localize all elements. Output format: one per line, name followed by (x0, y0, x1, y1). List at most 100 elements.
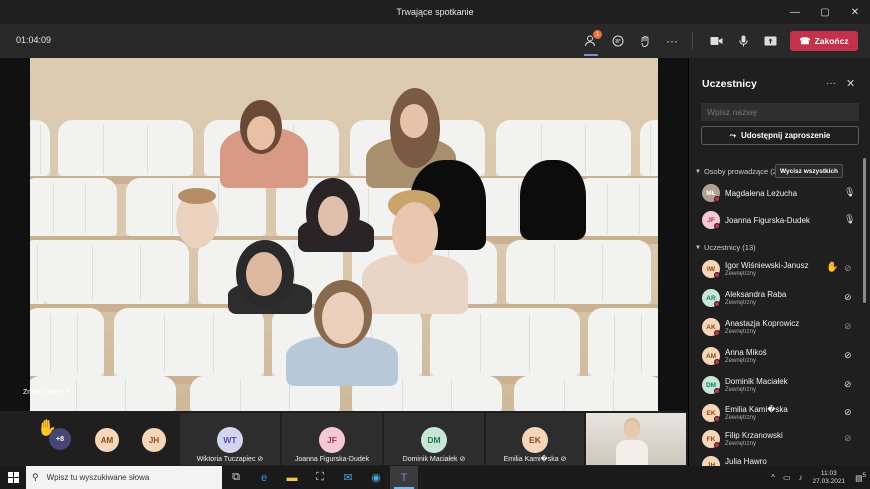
microphone-icon[interactable]: 🎙 (844, 187, 855, 198)
edge-icon[interactable]: e (250, 466, 278, 489)
participant-row[interactable]: MŁ Magdalena Leżucha 🎙 (702, 182, 860, 204)
share-invite-button[interactable]: ⤳ Udostępnij zaproszenie (701, 126, 859, 145)
avatar[interactable]: JH (142, 428, 166, 452)
seat (30, 120, 50, 180)
presenters-section-header[interactable]: ▼ Osoby prowadzące (2) (695, 167, 779, 176)
mic-muted-icon[interactable]: ⊘ (844, 379, 852, 390)
store-icon[interactable]: ⛶ (306, 466, 334, 489)
mic-muted-icon[interactable]: ⊘ (844, 433, 852, 444)
maximize-button[interactable]: ▢ (810, 0, 840, 24)
caret-down-icon: ▼ (695, 244, 701, 251)
participant-row[interactable]: AK Anastazja Koprowicz Zewnętrzny ⊘ (702, 316, 860, 338)
participant-row[interactable]: FK Filip Krzanowski Zewnętrzny ⊘ (702, 428, 860, 450)
chevron-up-icon[interactable]: ^ (771, 473, 775, 482)
caret-down-icon: ▼ (695, 168, 701, 175)
panel-scrollbar[interactable] (863, 158, 866, 303)
participant-name: Emilia Kami�ska (725, 405, 788, 414)
microphone-icon[interactable]: 🎙 (844, 214, 855, 225)
self-video-preview[interactable] (586, 413, 686, 465)
camera-icon (710, 37, 722, 45)
minimize-button[interactable]: — (780, 0, 810, 24)
avatar[interactable]: AM (95, 428, 119, 452)
participant-row[interactable]: JH Julia Hawro (702, 454, 860, 466)
participant-name: Magdalena Leżucha (725, 189, 798, 198)
participant-row[interactable]: AM Anna Mikoś Zewnętrzny ⊘ (702, 345, 860, 367)
more-actions-button[interactable]: ··· (660, 29, 684, 53)
avatar: JF (319, 427, 345, 453)
mic-muted-icon[interactable]: ⊘ (844, 407, 852, 418)
avatar: EK (522, 427, 548, 453)
taskbar-search[interactable]: ⚲ Wpisz tu wyszukiwane słowa (26, 466, 222, 489)
mic-muted-icon[interactable]: ⊘ (844, 321, 852, 332)
presence-dot (714, 442, 720, 448)
presence-dot (714, 388, 720, 394)
mic-muted-icon[interactable]: ⊘ (844, 292, 852, 303)
microphone-button[interactable] (731, 29, 755, 53)
panel-more-icon[interactable]: ··· (826, 78, 836, 89)
mute-all-button[interactable]: Wycisz wszystkich (775, 164, 843, 178)
teams-icon[interactable]: T (390, 466, 418, 489)
self-body (616, 440, 648, 465)
task-view-icon[interactable]: ⧉ (222, 466, 250, 489)
participant-search-input[interactable] (701, 103, 859, 121)
chat-icon (612, 35, 624, 47)
more-participants-button[interactable]: +8 (49, 428, 71, 450)
network-icon[interactable]: ▭ (783, 473, 791, 482)
together-mode-stage: Zmień scenę ✎ (0, 58, 688, 411)
participant-type: Zewnętrzny (725, 300, 757, 306)
participant-type: Zewnętrzny (725, 441, 757, 447)
change-scene-button[interactable]: Zmień scenę ✎ (23, 388, 75, 397)
participant-name: Aleksandra Raba (725, 290, 787, 299)
participant-type: Zewnętrzny (725, 358, 757, 364)
taskbar-clock[interactable]: 11:03 27.03.2021 (813, 470, 846, 486)
chat-button[interactable] (606, 29, 630, 53)
share-icon: ⤳ (729, 130, 737, 140)
leave-button[interactable]: ☎ Zakończ (790, 31, 858, 51)
participant-row[interactable]: EK Emilia Kami�ska Zewnętrzny ⊘ (702, 402, 860, 424)
reactions-button[interactable] (633, 29, 657, 53)
mic-off-icon: ⊘ (459, 456, 466, 463)
participants-button[interactable]: 1 (579, 29, 603, 56)
leave-label: Zakończ (814, 36, 849, 46)
participant-row[interactable]: AR Aleksandra Raba Zewnętrzny ⊘ (702, 287, 860, 309)
presence-dot (714, 272, 720, 278)
participant-name: Anastazja Koprowicz (725, 319, 800, 328)
share-invite-label: Udostępnij zaproszenie (741, 131, 831, 140)
presence-dot (714, 330, 720, 336)
seat (430, 308, 580, 380)
panel-close-icon[interactable]: ✕ (846, 77, 855, 90)
more-icon: ··· (666, 34, 678, 48)
mic-muted-icon[interactable]: ⊘ (844, 350, 852, 361)
participant-type: Zewnętrzny (725, 387, 757, 393)
close-window-button[interactable]: ✕ (840, 0, 870, 24)
search-icon: ⚲ (32, 472, 39, 482)
participant-tile[interactable]: DM Dominik Maciałek ⊘ (384, 413, 484, 465)
file-explorer-icon[interactable]: ▬ (278, 466, 306, 489)
tile-name: Emilia Kami�ska ⊘ (503, 456, 567, 463)
camera-button[interactable] (704, 29, 728, 53)
volume-icon[interactable]: ♪ (799, 473, 803, 482)
raised-hand-icon: ✋ (826, 262, 839, 273)
participant-type: Zewnętrzny (725, 415, 757, 421)
change-scene-label: Zmień scenę (23, 388, 64, 396)
participant-tile[interactable]: WT Wiktoria Tuczapiec ⊘ (180, 413, 280, 465)
participant-row[interactable]: DM Dominik Maciałek Zewnętrzny ⊘ (702, 374, 860, 396)
seat (114, 308, 264, 380)
share-screen-button[interactable] (758, 29, 782, 53)
mic-muted-icon[interactable]: ⊘ (844, 263, 852, 274)
mail-icon[interactable]: ✉ (334, 466, 362, 489)
pencil-icon: ✎ (66, 389, 72, 396)
presence-dot (714, 359, 720, 365)
presence-dot (714, 416, 720, 422)
start-button[interactable] (0, 466, 26, 489)
participant-tile[interactable]: EK Emilia Kami�ska ⊘ (486, 413, 584, 465)
clock-time: 11:03 (820, 469, 837, 477)
tile-name: Joanna Figurska-Dudek (294, 456, 370, 463)
participant-tile[interactable]: JF Joanna Figurska-Dudek (282, 413, 382, 465)
attendees-section-header[interactable]: ▼ Uczestnicy (13) (695, 243, 756, 252)
participant-row[interactable]: JF Joanna Figurska-Dudek 🎙 (702, 209, 860, 231)
participant-type: Zewnętrzny (725, 329, 757, 335)
participant-row[interactable]: IW Igor Wiśniewski-Janusz Zewnętrzny ✋ ⊘ (702, 258, 860, 280)
browser-icon[interactable]: ◉ (362, 466, 390, 489)
notifications-icon[interactable]: ▤5 (855, 473, 866, 483)
